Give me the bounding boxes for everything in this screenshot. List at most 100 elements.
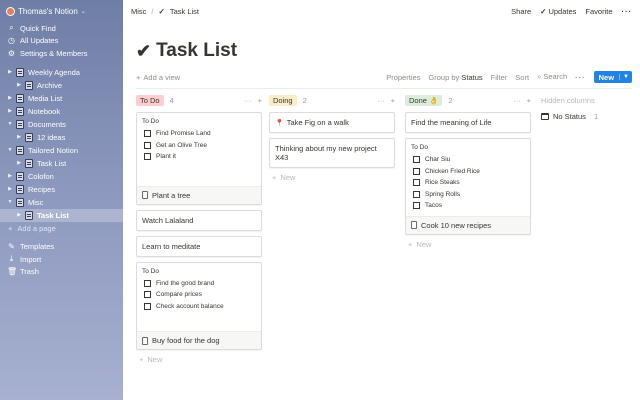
sort-button[interactable]: Sort [515,73,529,82]
more-icon[interactable]: ··· [513,96,521,105]
toggle-icon[interactable]: ▶ [6,108,14,114]
checkbox[interactable] [413,167,420,175]
share-button[interactable]: Share [511,7,531,16]
more-icon[interactable]: ··· [244,96,252,105]
todo-item[interactable]: Tacos [411,200,525,212]
page-icon [16,67,24,77]
sidebar-item-recipes[interactable]: ▶ Recipes [0,183,123,196]
group-by-button[interactable]: Group by Status [428,73,482,82]
workspace-switcher[interactable]: Thomas's Notion ⌄ [0,0,123,22]
toggle-icon[interactable]: ▶ [6,173,14,179]
sidebar-item-media-list[interactable]: ▶ Media List [0,92,123,105]
toggle-icon[interactable]: ▼ [6,199,14,205]
settings-members[interactable]: ⚙ Settings & Members [0,47,123,60]
toggle-icon[interactable]: ▼ [6,121,14,127]
todo-item[interactable]: Find the good brand [142,278,256,290]
add-view-button[interactable]: + Add a view [136,73,180,82]
hidden-column-no-status[interactable]: No Status 1 [541,112,640,121]
properties-button[interactable]: Properties [386,73,420,82]
todo-item[interactable]: Find Promise Land [142,128,256,140]
checkbox[interactable] [144,130,151,138]
favorite-button[interactable]: Favorite [585,7,612,16]
checkbox[interactable] [144,279,151,287]
checkbox[interactable] [413,156,420,164]
plus-icon[interactable]: + [258,96,262,105]
toggle-icon[interactable]: ▶ [15,160,23,166]
card-title: Cook 10 new recipes [421,220,492,230]
checkbox[interactable] [144,141,151,149]
checkbox[interactable] [144,302,151,310]
column-doing: Doing 2 ··· + 📍 Take Fig on a walk Thinkin… [269,94,395,182]
toggle-icon[interactable]: ▶ [15,82,23,88]
more-icon[interactable]: ··· [622,7,633,16]
import[interactable]: ⤓ Import [0,253,123,266]
search-button[interactable]: ⌕ Search [537,72,567,82]
templates[interactable]: ✎ Templates [0,241,123,254]
plus-icon[interactable]: + [527,96,531,105]
breadcrumb-task-list[interactable]: Task List [170,7,199,16]
todo-item[interactable]: Spring Rolls [411,189,525,201]
todo-item[interactable]: Plant it [142,151,256,163]
plus-icon[interactable]: + [391,96,395,105]
todo-item[interactable]: Get an Olive Tree [142,140,256,152]
card-take-fig-on-a-walk[interactable]: 📍 Take Fig on a walk [269,112,395,133]
new-card-button[interactable]: + New [269,173,395,182]
filter-button[interactable]: Filter [491,73,508,82]
sidebar-item-weekly-agenda[interactable]: ▶ Weekly Agenda [0,66,123,79]
sidebar-item-tailored-notion[interactable]: ▼ Tailored Notion [0,144,123,157]
card-project-x43[interactable]: Thinking about my new project X43 [269,138,395,168]
toggle-icon[interactable]: ▶ [15,134,23,140]
card-watch-lalaland[interactable]: Watch Lalaland [136,209,262,231]
status-badge[interactable]: To Do [136,95,164,106]
sidebar-item-archive[interactable]: ▶ Archive [0,79,123,92]
sidebar-item-notebook[interactable]: ▶ Notebook [0,105,123,118]
quick-find[interactable]: ⌕ Quick Find [0,22,123,35]
todo-item[interactable]: Chicken Fried Rice [411,166,525,178]
card-meaning-of-life[interactable]: Find the meaning of Life [405,112,531,133]
sidebar-item-12-ideas[interactable]: ▶ 12 ideas [0,131,123,144]
card-cook-10-new-recipes[interactable]: To Do Char Siu Chicken Fried Rice Rice S… [405,138,531,235]
checkbox[interactable] [144,153,151,161]
status-badge[interactable]: Doing [269,95,297,106]
status-badge[interactable]: Done 👌 [405,95,443,106]
toggle-icon[interactable]: ▶ [6,186,14,192]
card-learn-to-meditate[interactable]: Learn to meditate [136,235,262,257]
more-icon[interactable]: ··· [575,73,586,82]
new-button[interactable]: New ▼ [593,71,632,83]
toggle-icon[interactable]: ▼ [6,147,14,153]
checkbox[interactable] [413,202,420,210]
card-buy-food-for-the-dog[interactable]: To Do Find the good brand Compare prices… [136,261,262,350]
checkbox[interactable] [413,190,420,198]
sidebar-item-misc[interactable]: ▼ Misc [0,196,123,209]
card-plant-a-tree[interactable]: To Do Find Promise Land Get an Olive Tre… [136,112,262,205]
new-card-button[interactable]: + New [136,355,262,364]
sidebar-item-colofon[interactable]: ▶ Colofon [0,170,123,183]
todo-item[interactable]: Check account balance [142,301,256,313]
checkbox[interactable] [144,291,151,299]
todo-item[interactable]: Char Siu [411,154,525,166]
toggle-icon[interactable]: ▶ [6,69,14,75]
todo-item[interactable]: Rice Steaks [411,177,525,189]
plus-icon: + [272,173,277,182]
quick-find-label: Quick Find [20,23,56,33]
page-title[interactable]: ✔ Task List [136,40,237,62]
trash[interactable]: 🗑 Trash [0,266,123,279]
sidebar-item-task-list[interactable]: ▶ Task List [0,157,123,170]
new-card-button[interactable]: + New [405,240,531,249]
add-page-button[interactable]: + Add a page [0,222,123,235]
all-updates[interactable]: ◷ All Updates [0,35,123,48]
sidebar-item-task-list-active[interactable]: ▶ Task List [0,208,123,222]
updates-button[interactable]: ✓ Updates [540,7,576,16]
todo-item[interactable]: Compare prices [142,289,256,301]
add-page-label: Add a page [17,223,56,233]
breadcrumb-misc[interactable]: Misc [131,7,146,16]
toggle-icon[interactable]: ▶ [6,95,14,101]
chevron-down-icon[interactable]: ▼ [619,74,632,80]
toggle-icon[interactable]: ▶ [15,212,23,218]
topbar: Misc / ✓ Task List Share ✓ Updates Favori… [123,0,640,22]
todo-label: Compare prices [156,291,202,299]
sidebar-item-documents[interactable]: ▼ Documents [0,118,123,131]
workspace-avatar [6,6,15,16]
more-icon[interactable]: ··· [377,96,385,105]
checkbox[interactable] [413,179,420,187]
